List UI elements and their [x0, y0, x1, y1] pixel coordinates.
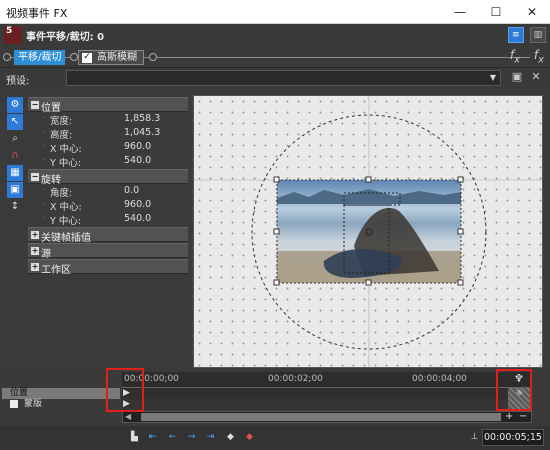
transport-bar: ▙ ⇤ ← → ⇥ ◆ ◆ ⊥ 00:00:05;15 [0, 426, 550, 450]
zoom-icon[interactable]: ⌕ [7, 131, 23, 147]
chevron-down-icon: ▼ [489, 73, 496, 82]
timecode-display: 00:00:05;15 [482, 429, 544, 446]
fx-chain-bar: 平移/裁切 ✓ 高斯模糊 fx fx [0, 46, 550, 68]
preset-row: 预设: ▼ ▣ ✕ [0, 68, 550, 88]
zoom-in-icon[interactable]: + [505, 411, 513, 422]
event-title: 事件平移/裁切: 0 [26, 32, 105, 43]
prop-row[interactable]: · 角度: 0.0 [28, 184, 188, 199]
preset-label: 预设: [6, 76, 30, 87]
track-labels: 位置 蒙版 [0, 368, 120, 424]
last-keyframe-icon[interactable]: ⇥ [204, 431, 217, 444]
pointer-icon[interactable]: ↖ [7, 114, 23, 130]
close-button[interactable]: ✕ [514, 0, 550, 24]
prev-keyframe-icon[interactable]: ← [166, 431, 179, 444]
fx-crop-button[interactable]: 平移/裁切 [14, 50, 66, 65]
expand-icon[interactable]: + [31, 231, 39, 239]
tool-strip: ⚙ ↖ ⌕ ∩ ▦ ▣ ↕ [7, 97, 27, 367]
magnet-icon[interactable]: ∩ [7, 148, 23, 164]
timeline-ruler[interactable]: 00:00:00;00 00:00:02;00 00:00:04;00 ♆ [122, 372, 532, 388]
prop-row[interactable]: · 宽度: 1,858.3 [28, 112, 188, 127]
event-header: 5 事件平移/裁切: 0 ≡ ▥ [0, 24, 550, 46]
chain-node [70, 53, 78, 61]
next-keyframe-icon[interactable]: → [185, 431, 198, 444]
timeline-scrollbar[interactable]: ◀ + − [122, 411, 532, 423]
crop-preview-canvas[interactable] [193, 95, 543, 368]
save-icon[interactable]: ▣ [510, 70, 524, 84]
delete-keyframe-icon[interactable]: ◆ [243, 431, 256, 444]
section-rotation[interactable]: − 旋转 [28, 169, 188, 186]
keyframe-timeline: 位置 蒙版 00:00:00;00 00:00:02;00 00:00:04;0… [0, 368, 550, 450]
section-position[interactable]: − 位置 [28, 97, 188, 114]
maximize-button[interactable]: ☐ [478, 0, 514, 24]
minimize-button[interactable]: — [442, 0, 478, 24]
highlight-box-end [496, 369, 532, 411]
track-label-mask[interactable]: 蒙版 [2, 399, 120, 410]
chain-start-node [3, 53, 11, 61]
first-keyframe-icon[interactable]: ⇤ [146, 431, 159, 444]
fx-remove-icon[interactable]: fx [534, 48, 544, 65]
collapse-icon[interactable]: − [31, 101, 39, 109]
pin-icon[interactable]: ⊥ [468, 431, 481, 444]
tick-label: 00:00:02;00 [268, 374, 323, 384]
move-vertical-icon[interactable]: ↕ [7, 199, 23, 215]
section-source[interactable]: + 源 [28, 243, 188, 260]
track-label-position[interactable]: 位置 [2, 388, 120, 399]
preset-dropdown[interactable]: ▼ [66, 70, 501, 86]
add-keyframe-icon[interactable]: ◆ [224, 431, 237, 444]
fx-blur-button[interactable]: ✓ 高斯模糊 [78, 50, 144, 65]
expand-icon[interactable]: + [31, 247, 39, 255]
scroll-left-icon[interactable]: ◀ [125, 412, 131, 421]
chain-end-node [149, 53, 157, 61]
prop-row[interactable]: · X 中心: 960.0 [28, 198, 188, 213]
window-title: 视频事件 FX [6, 7, 68, 20]
collapse-icon[interactable]: − [31, 173, 39, 181]
prop-row[interactable]: · X 中心: 960.0 [28, 140, 188, 155]
prop-row[interactable]: · Y 中心: 540.0 [28, 154, 188, 169]
tick-label: 00:00:04;00 [412, 374, 467, 384]
zoom-out-icon[interactable]: − [519, 411, 527, 422]
scroll-thumb[interactable] [141, 413, 501, 421]
sync-cursor-icon[interactable]: ▙ [128, 431, 141, 444]
window-titlebar: 视频事件 FX — ☐ ✕ [0, 0, 550, 24]
scale-center-icon[interactable]: ▣ [7, 182, 23, 198]
highlight-box-start [106, 368, 144, 412]
properties-panel: − 位置 · 宽度: 1,858.3 · 高度: 1,045.3 · X 中心: 960.0… [28, 96, 188, 368]
expand-icon[interactable]: + [31, 263, 39, 271]
track-mask-lane[interactable]: ▶ [122, 388, 532, 410]
layout-icon[interactable]: ▥ [530, 27, 546, 43]
prop-row[interactable]: · 高度: 1,045.3 [28, 126, 188, 141]
gear-icon[interactable]: ⚙ [7, 97, 23, 113]
section-keyframe-interp[interactable]: + 关键帧插值 [28, 227, 188, 244]
track-position-lane[interactable]: ▶ ◆ [122, 388, 532, 399]
mask-checkbox[interactable] [10, 399, 18, 408]
blur-checkbox[interactable]: ✓ [82, 53, 92, 63]
fx-plugin-icon[interactable]: fx [510, 48, 520, 65]
delete-icon[interactable]: ✕ [529, 70, 543, 84]
section-workspace[interactable]: + 工作区 [28, 259, 188, 276]
preview-svg [194, 96, 542, 367]
list-view-icon[interactable]: ≡ [507, 27, 524, 43]
event-badge: 5 [4, 26, 22, 44]
lock-aspect-icon[interactable]: ▦ [7, 165, 23, 181]
prop-row[interactable]: · Y 中心: 540.0 [28, 212, 188, 227]
